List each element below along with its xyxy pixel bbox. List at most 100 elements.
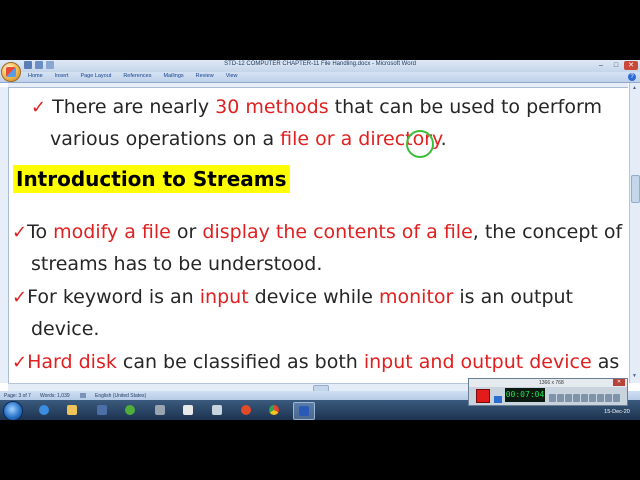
title-bar: STD-12 COMPUTER CHAPTER-11 File Handling… — [0, 60, 640, 72]
taskbar-explorer[interactable] — [62, 402, 82, 418]
document-page[interactable]: ✓ There are nearly 30 methods that can b… — [9, 88, 630, 383]
highlight-text: monitor — [379, 286, 454, 308]
text-run: that can be used to perform — [328, 96, 602, 118]
taskbar-tool[interactable] — [207, 402, 227, 418]
window-title: STD-12 COMPUTER CHAPTER-11 File Handling… — [224, 61, 416, 67]
highlight-text: input — [199, 286, 249, 308]
tab-insert[interactable]: Insert — [55, 73, 69, 79]
highlight-text: input and output device — [363, 351, 592, 373]
recorder-close-button[interactable]: ✕ — [613, 379, 625, 386]
screen: STD-12 COMPUTER CHAPTER-11 File Handling… — [0, 60, 640, 420]
screen-recorder-panel[interactable]: 1366 x 768 ✕ 00:07:04 — [468, 378, 628, 406]
bullet-1-line-2: streams has to be understood. — [31, 253, 323, 275]
scroll-up-icon[interactable]: ▲ — [632, 85, 637, 91]
scroll-thumb[interactable] — [631, 175, 640, 203]
bullet-2-line-1: ✓For keyword is an input device while mo… — [12, 286, 573, 308]
text-run: To — [27, 221, 54, 243]
recorder-resolution: 1366 x 768 — [539, 380, 564, 386]
intro-line-2: various operations on a file or a direct… — [50, 128, 447, 150]
tab-view[interactable]: View — [226, 73, 238, 79]
text-run: is an output — [453, 286, 573, 308]
media-player-icon — [97, 405, 107, 415]
taskbar-app[interactable] — [120, 402, 140, 418]
internet-explorer-icon — [39, 405, 49, 415]
chrome-icon — [269, 405, 279, 415]
vertical-ruler[interactable] — [0, 87, 9, 383]
volume-icon[interactable] — [549, 394, 556, 402]
taskbar-chrome[interactable] — [264, 402, 284, 418]
menu-icon[interactable] — [613, 394, 620, 402]
word-count[interactable]: Words: 1,039 — [40, 393, 70, 399]
recording-timer: 00:07:04 — [505, 388, 545, 402]
text-run: as — [591, 351, 620, 373]
minimize-button[interactable]: – — [594, 61, 608, 70]
tab-review[interactable]: Review — [196, 73, 214, 79]
tab-home[interactable]: Home — [28, 73, 43, 79]
highlight-text: Hard disk — [27, 351, 117, 373]
close-button[interactable]: ✕ — [624, 61, 638, 70]
checkmark-icon: ✓ — [12, 222, 28, 243]
maximize-button[interactable]: □ — [609, 61, 623, 70]
highlight-text: display the contents of a file — [202, 221, 473, 243]
webcam-icon[interactable] — [565, 394, 572, 402]
vertical-scrollbar[interactable]: ▲ ▼ — [629, 83, 640, 383]
help-icon[interactable]: ? — [628, 73, 636, 81]
ribbon-tabs: Home Insert Page Layout References Maili… — [28, 73, 238, 79]
folder-icon — [67, 405, 77, 415]
app-icon — [125, 405, 135, 415]
intro-line-1: ✓ There are nearly 30 methods that can b… — [31, 96, 602, 118]
bullet-2-line-2: device. — [31, 318, 100, 340]
start-button[interactable] — [3, 401, 23, 420]
section-heading: Introduction to Streams — [13, 165, 290, 193]
highlight-text: modify a file — [53, 221, 171, 243]
text-run: or — [170, 221, 203, 243]
recorder-tools — [549, 394, 620, 402]
record-stop-button[interactable] — [476, 389, 490, 403]
taskbar-ie[interactable] — [34, 402, 54, 418]
text-run: For keyword is an — [27, 286, 200, 308]
mouse-cursor-highlight — [406, 130, 434, 158]
text-run: There are nearly — [52, 96, 216, 118]
checkmark-icon: ✓ — [31, 97, 47, 118]
recorder-header[interactable]: 1366 x 768 ✕ — [469, 379, 627, 387]
draw-icon[interactable] — [581, 394, 588, 402]
highlight-text: 30 methods — [215, 96, 329, 118]
cursor-icon[interactable] — [597, 394, 604, 402]
office-button[interactable] — [1, 62, 21, 82]
pause-button[interactable] — [494, 396, 502, 403]
taskbar-word[interactable] — [293, 402, 315, 420]
tab-references[interactable]: References — [123, 73, 151, 79]
proofing-icon[interactable] — [80, 393, 86, 398]
bullet-3-line-1: ✓Hard disk can be classified as both inp… — [12, 351, 619, 373]
text-run: device while — [248, 286, 379, 308]
tab-page-layout[interactable]: Page Layout — [80, 73, 111, 79]
scroll-down-icon[interactable]: ▼ — [632, 373, 637, 379]
taskbar-media[interactable] — [92, 402, 112, 418]
office-logo-icon — [6, 67, 16, 77]
text-run: can be classified as both — [116, 351, 364, 373]
word-icon — [299, 406, 309, 416]
window-controls: – □ ✕ — [594, 61, 638, 70]
page-count[interactable]: Page: 3 of 7 — [4, 393, 31, 399]
bullet-1-line-1: ✓To modify a file or display the content… — [12, 221, 622, 243]
settings-icon[interactable] — [573, 394, 580, 402]
font-app-icon — [183, 405, 193, 415]
ribbon: Home Insert Page Layout References Maili… — [0, 72, 640, 83]
checkmark-icon: ✓ — [12, 287, 28, 308]
zoom-icon[interactable] — [589, 394, 596, 402]
tool-icon — [212, 405, 222, 415]
tab-mailings[interactable]: Mailings — [163, 73, 183, 79]
checkmark-icon: ✓ — [12, 352, 28, 373]
taskbar-font[interactable] — [178, 402, 198, 418]
taskbar-recorder[interactable] — [236, 402, 256, 418]
mic-icon[interactable] — [557, 394, 564, 402]
scanner-icon — [155, 405, 165, 415]
record-icon — [241, 405, 251, 415]
text-run: various operations on a — [50, 128, 281, 150]
text-run: . — [440, 128, 447, 150]
taskbar-scanner[interactable] — [150, 402, 170, 418]
language-indicator[interactable]: English (United States) — [95, 393, 146, 399]
screenshot-icon[interactable] — [605, 394, 612, 402]
text-run: , the concept of — [472, 221, 623, 243]
clock-date: 15-Dec-20 — [604, 409, 630, 415]
